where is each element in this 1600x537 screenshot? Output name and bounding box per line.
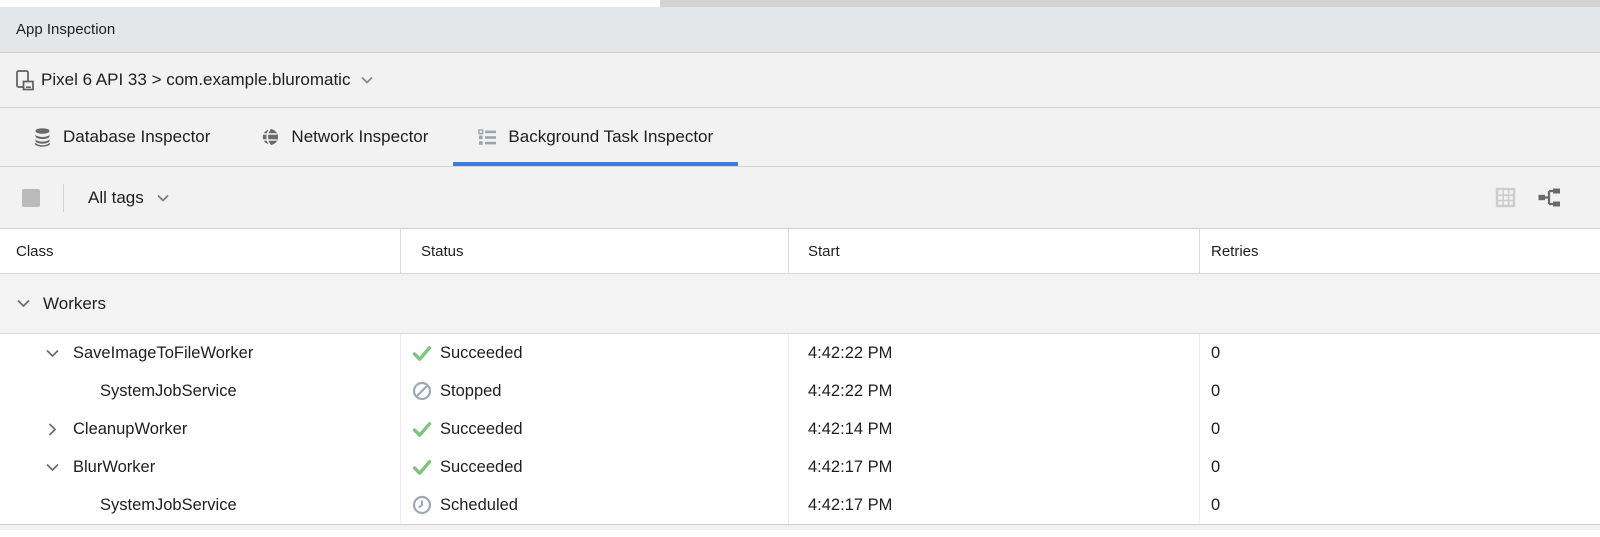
- group-row-workers[interactable]: Workers: [0, 274, 1600, 334]
- status-label: Succeeded: [440, 458, 523, 477]
- start-cell: 4:42:17 PM: [789, 448, 1200, 486]
- chevron-right-icon: [47, 422, 58, 437]
- worker-class-name: BlurWorker: [73, 458, 155, 477]
- start-time: 4:42:17 PM: [808, 496, 892, 515]
- start-cell: 4:42:22 PM: [789, 334, 1200, 372]
- chevron-down-icon: [45, 348, 60, 359]
- tab-label: Network Inspector: [291, 127, 428, 147]
- retries-cell: 0: [1200, 448, 1600, 486]
- retries-value: 0: [1211, 382, 1220, 401]
- retries-cell: 0: [1200, 410, 1600, 448]
- worker-class-cell: CleanupWorker: [0, 410, 401, 448]
- start-time: 4:42:22 PM: [808, 344, 892, 363]
- tab-network-inspector[interactable]: Network Inspector: [235, 108, 453, 166]
- stopped-icon: [412, 381, 432, 401]
- window-top-strip: [0, 0, 1600, 7]
- tab-label: Background Task Inspector: [508, 127, 713, 147]
- top-strip-left: [0, 0, 660, 7]
- all-tags-label: All tags: [88, 188, 144, 208]
- status-cell: Succeeded: [401, 334, 789, 372]
- start-cell: 4:42:22 PM: [789, 372, 1200, 410]
- tab-label: Database Inspector: [63, 127, 210, 147]
- table-row[interactable]: BlurWorker Succeeded 4:42:17 PM: [0, 448, 1600, 486]
- retries-cell: 0: [1200, 372, 1600, 410]
- retries-cell: 0: [1200, 486, 1600, 524]
- worker-class-cell: BlurWorker: [0, 448, 401, 486]
- chevron-down-icon: [360, 75, 374, 85]
- table-body: SaveImageToFileWorker Succeeded 4:42:22 …: [0, 334, 1600, 524]
- retries-value: 0: [1211, 420, 1220, 439]
- device-process-selector[interactable]: Pixel 6 API 33 > com.example.bluromatic: [0, 53, 1600, 108]
- group-label: Workers: [43, 294, 106, 314]
- start-time: 4:42:17 PM: [808, 458, 892, 477]
- start-time: 4:42:14 PM: [808, 420, 892, 439]
- device-phone-icon: [13, 69, 36, 92]
- worker-class-name: SaveImageToFileWorker: [73, 344, 253, 363]
- toolbar-view-switcher: [1495, 187, 1562, 208]
- list-icon: [478, 128, 497, 146]
- expander-icon[interactable]: [44, 462, 60, 473]
- check-icon: [412, 421, 432, 438]
- clock-icon: [412, 495, 432, 515]
- app-inspection-header: App Inspection: [0, 7, 1600, 53]
- chevron-down-icon[interactable]: [15, 298, 31, 309]
- tab-database-inspector[interactable]: Database Inspector: [8, 108, 235, 166]
- top-strip-right: [660, 0, 1600, 7]
- expander-icon[interactable]: [44, 422, 60, 437]
- worker-class-cell: SystemJobService: [0, 486, 401, 524]
- status-icon: [412, 343, 432, 363]
- status-cell: Succeeded: [401, 448, 789, 486]
- table-row[interactable]: SystemJobService Scheduled 4:42:17 PM: [0, 486, 1600, 524]
- worker-class-name: SystemJobService: [100, 496, 237, 515]
- status-label: Succeeded: [440, 420, 523, 439]
- status-cell: Stopped: [401, 372, 789, 410]
- retries-value: 0: [1211, 344, 1220, 363]
- stop-icon[interactable]: [22, 189, 40, 207]
- column-header-retries[interactable]: Retries: [1200, 229, 1600, 273]
- retries-value: 0: [1211, 458, 1220, 477]
- all-tags-dropdown[interactable]: All tags: [88, 188, 170, 208]
- database-icon: [33, 127, 52, 147]
- start-time: 4:42:22 PM: [808, 382, 892, 401]
- graph-view-icon[interactable]: [1538, 188, 1562, 207]
- status-icon: [412, 419, 432, 439]
- status-icon: [412, 457, 432, 477]
- start-cell: 4:42:14 PM: [789, 410, 1200, 448]
- toolbar-separator: [63, 184, 64, 212]
- status-icon: [412, 495, 432, 515]
- retries-cell: 0: [1200, 334, 1600, 372]
- worker-class-cell: SaveImageToFileWorker: [0, 334, 401, 372]
- table-row[interactable]: SaveImageToFileWorker Succeeded 4:42:22 …: [0, 334, 1600, 372]
- panel-title: App Inspection: [16, 21, 115, 38]
- check-icon: [412, 459, 432, 476]
- device-process-label: Pixel 6 API 33 > com.example.bluromatic: [41, 70, 350, 90]
- bottom-strip: [0, 524, 1600, 530]
- chevron-down-icon: [45, 462, 60, 473]
- table-view-icon[interactable]: [1495, 187, 1516, 208]
- status-icon: [412, 381, 432, 401]
- column-header-status[interactable]: Status: [401, 229, 789, 273]
- column-header-class[interactable]: Class: [0, 229, 401, 273]
- start-cell: 4:42:17 PM: [789, 486, 1200, 524]
- check-icon: [412, 345, 432, 362]
- status-label: Stopped: [440, 382, 501, 401]
- table-row[interactable]: SystemJobService Stopped 4:42:22 PM: [0, 372, 1600, 410]
- worker-class-name: CleanupWorker: [73, 420, 187, 439]
- tab-background-task-inspector[interactable]: Background Task Inspector: [453, 108, 738, 166]
- worker-class-cell: SystemJobService: [0, 372, 401, 410]
- expander-icon[interactable]: [44, 348, 60, 359]
- inspector-tabs: Database Inspector Network Inspector Bac…: [0, 108, 1600, 167]
- status-label: Scheduled: [440, 496, 518, 515]
- table-row[interactable]: CleanupWorker Succeeded 4:42:14 PM: [0, 410, 1600, 448]
- status-cell: Succeeded: [401, 410, 789, 448]
- retries-value: 0: [1211, 496, 1220, 515]
- status-cell: Scheduled: [401, 486, 789, 524]
- worker-class-name: SystemJobService: [100, 382, 237, 401]
- column-header-start[interactable]: Start: [789, 229, 1200, 273]
- status-label: Succeeded: [440, 344, 523, 363]
- chevron-down-icon: [156, 193, 170, 203]
- globe-icon: [260, 127, 280, 147]
- inspector-toolbar: All tags: [0, 167, 1600, 229]
- table-header: Class Status Start Retries: [0, 229, 1600, 274]
